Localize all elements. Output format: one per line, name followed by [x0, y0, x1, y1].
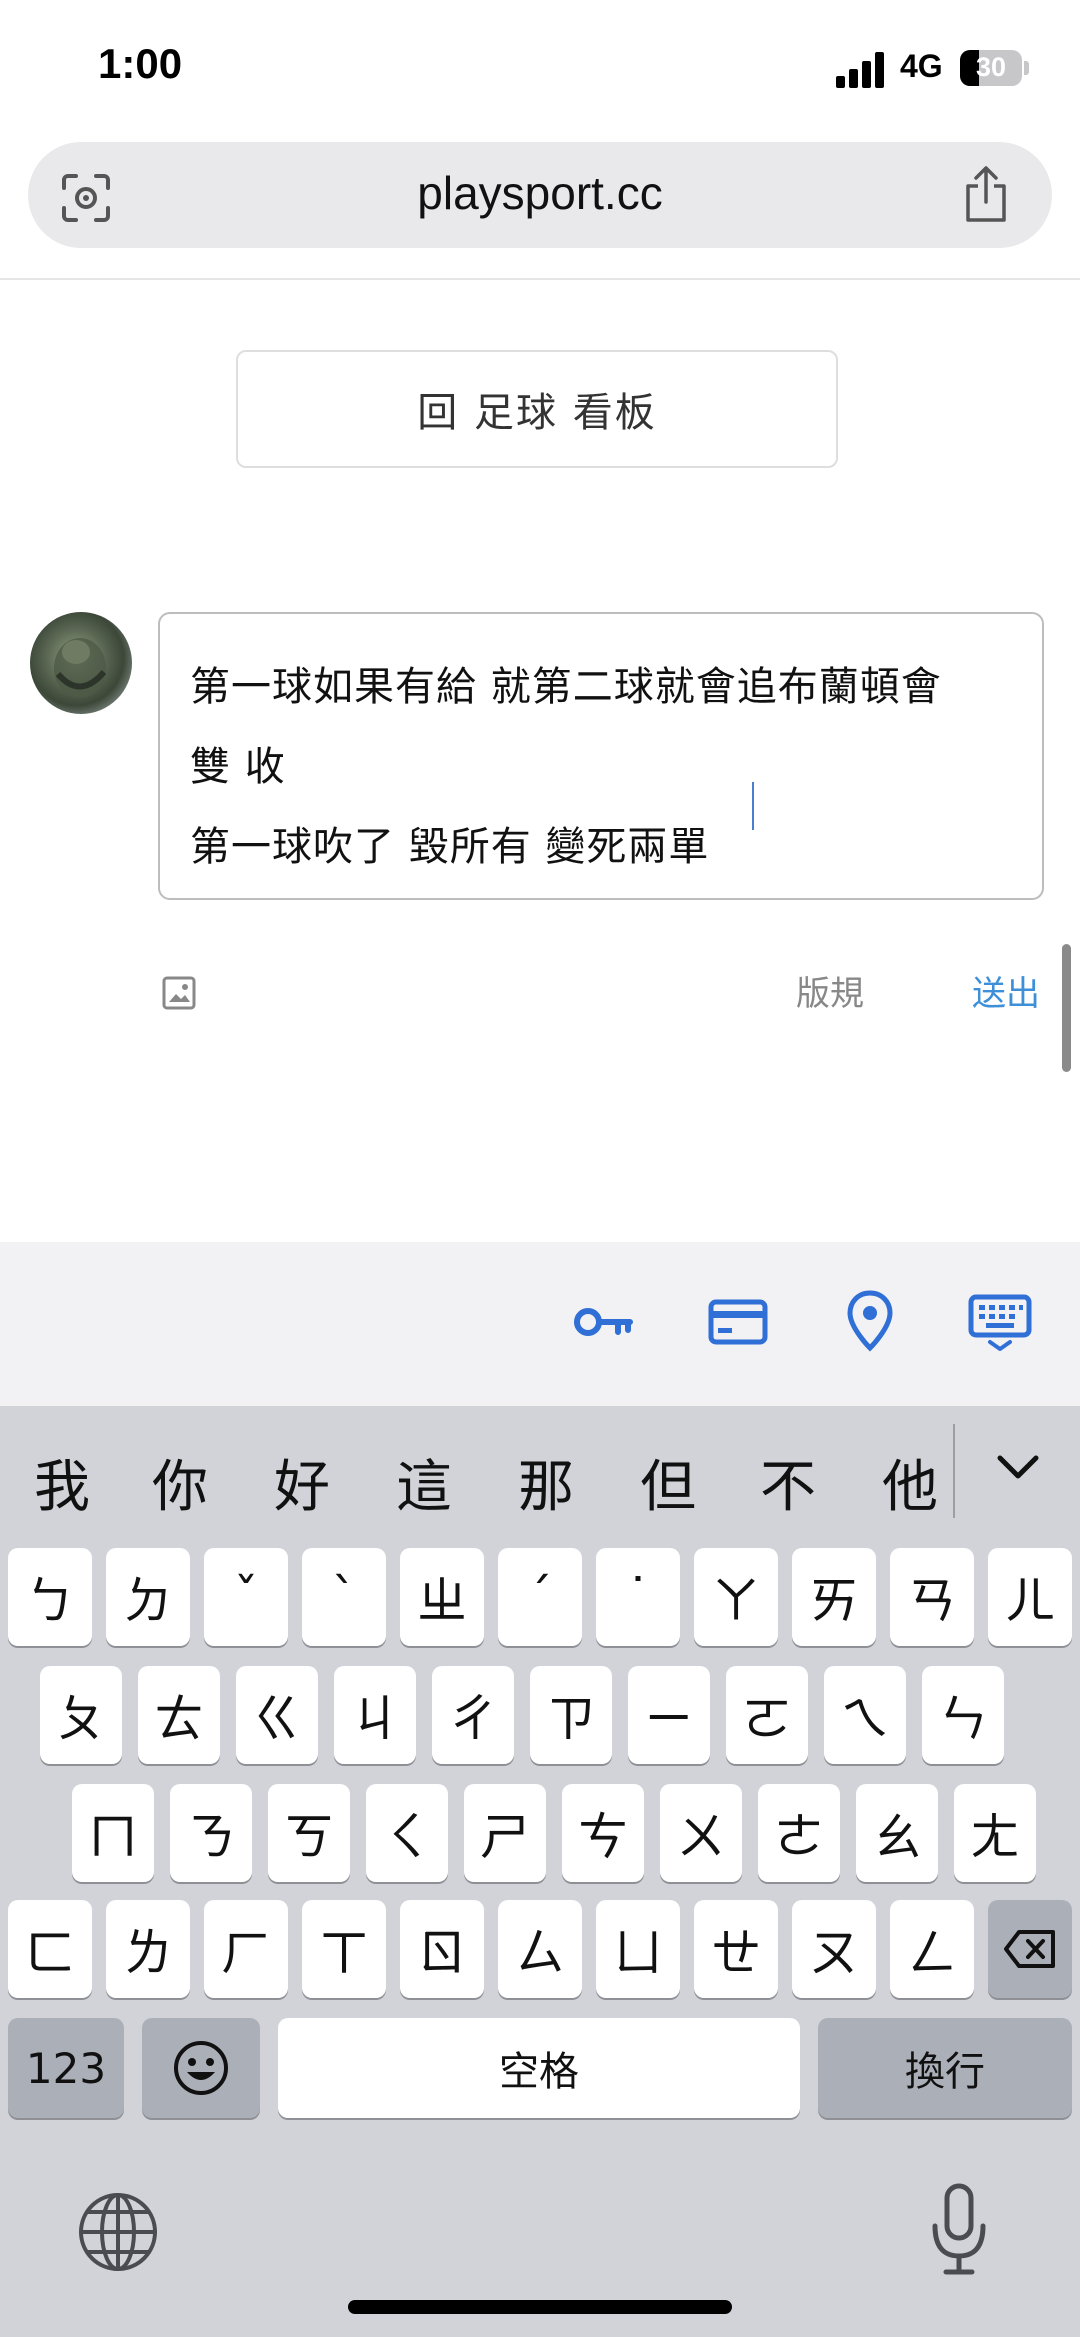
- candidate-word[interactable]: 我: [34, 1442, 90, 1523]
- bopomofo-key[interactable]: ㄚ: [694, 1548, 778, 1646]
- candidate-word[interactable]: 不: [760, 1442, 816, 1523]
- candidate-word[interactable]: 那: [518, 1442, 574, 1523]
- bopomofo-key[interactable]: ㄋ: [170, 1784, 252, 1882]
- submit-button[interactable]: 送出: [972, 966, 1040, 1015]
- bopomofo-key[interactable]: ㄣ: [922, 1666, 1004, 1764]
- candidate-word[interactable]: 好: [274, 1442, 330, 1523]
- candidate-word[interactable]: 這: [396, 1442, 452, 1523]
- bopomofo-key[interactable]: ㄥ: [890, 1900, 974, 1998]
- bopomofo-key[interactable]: ㄖ: [400, 1900, 484, 1998]
- network-type: 4G: [900, 48, 943, 84]
- bopomofo-key[interactable]: ˙: [596, 1548, 680, 1646]
- password-key-icon[interactable]: [572, 1296, 636, 1348]
- bopomofo-key[interactable]: ㄦ: [988, 1548, 1072, 1646]
- bopomofo-key[interactable]: ㄩ: [596, 1900, 680, 1998]
- emoji-key[interactable]: [142, 2018, 260, 2118]
- bopomofo-key[interactable]: ㄈ: [8, 1900, 92, 1998]
- bopomofo-key[interactable]: ㄌ: [106, 1900, 190, 1998]
- bopomofo-key[interactable]: ㄢ: [890, 1548, 974, 1646]
- bopomofo-key[interactable]: ㄝ: [694, 1900, 778, 1998]
- reply-textarea[interactable]: 第一球如果有給 就第二球就會追布蘭頓會 雙 收 第一球吹了 毀所有 變死兩單: [158, 612, 1044, 900]
- bopomofo-key[interactable]: ㄔ: [432, 1666, 514, 1764]
- bopomofo-key[interactable]: ㄜ: [758, 1784, 840, 1882]
- bopomofo-key[interactable]: ㄏ: [204, 1900, 288, 1998]
- insert-image-icon[interactable]: [162, 976, 196, 1010]
- bopomofo-key[interactable]: ㄉ: [106, 1548, 190, 1646]
- reply-text-line: 第一球吹了 毀所有 變死兩單: [190, 824, 710, 870]
- url-text[interactable]: playsport.cc: [28, 166, 1052, 220]
- bopomofo-key[interactable]: ㄛ: [726, 1666, 808, 1764]
- candidate-word[interactable]: 你: [152, 1442, 208, 1523]
- bopomofo-key[interactable]: ㄘ: [562, 1784, 644, 1882]
- bopomofo-key[interactable]: ㄞ: [792, 1548, 876, 1646]
- bopomofo-key[interactable]: ㄤ: [954, 1784, 1036, 1882]
- location-pin-icon[interactable]: [846, 1290, 894, 1352]
- return-key[interactable]: 換行: [818, 2018, 1072, 2118]
- bopomofo-key[interactable]: ㄑ: [366, 1784, 448, 1882]
- keyboard-accessory-bar: [0, 1242, 1080, 1406]
- bopomofo-key[interactable]: ㄓ: [400, 1548, 484, 1646]
- candidate-divider: [953, 1424, 955, 1518]
- bopomofo-key[interactable]: ˊ: [498, 1548, 582, 1646]
- bopomofo-key[interactable]: ㄕ: [464, 1784, 546, 1882]
- bopomofo-key[interactable]: ㄅ: [8, 1548, 92, 1646]
- bopomofo-key[interactable]: ㄆ: [40, 1666, 122, 1764]
- bopomofo-key[interactable]: ㄧ: [628, 1666, 710, 1764]
- battery-percent: 30: [975, 52, 1007, 82]
- space-key[interactable]: 空格: [278, 2018, 800, 2118]
- bopomofo-key[interactable]: ㄨ: [660, 1784, 742, 1882]
- bopomofo-key[interactable]: ㄊ: [138, 1666, 220, 1764]
- address-bar[interactable]: playsport.cc: [28, 142, 1052, 248]
- chevron-down-icon[interactable]: [994, 1450, 1042, 1486]
- bopomofo-key[interactable]: ㄇ: [72, 1784, 154, 1882]
- back-to-board-button[interactable]: 回 足球 看板: [236, 350, 838, 468]
- bopomofo-key[interactable]: ㄐ: [334, 1666, 416, 1764]
- bopomofo-key[interactable]: ㄟ: [824, 1666, 906, 1764]
- bopomofo-key[interactable]: ㄡ: [792, 1900, 876, 1998]
- numbers-key[interactable]: 123: [8, 2018, 124, 2118]
- visual-search-icon[interactable]: [60, 172, 112, 224]
- home-indicator: [348, 2300, 732, 2314]
- cellular-signal-icon: [836, 52, 888, 88]
- reply-text-line: 雙 收: [190, 744, 286, 790]
- status-time: 1:00: [98, 40, 183, 87]
- header-divider: [0, 278, 1080, 280]
- candidate-word[interactable]: 他: [882, 1442, 938, 1523]
- battery-cap: [1024, 61, 1029, 75]
- bopomofo-key[interactable]: ㄗ: [530, 1666, 612, 1764]
- backspace-icon: [1014, 1934, 1068, 1974]
- globe-icon[interactable]: [74, 2188, 162, 2276]
- microphone-icon[interactable]: [930, 2182, 988, 2278]
- bopomofo-key[interactable]: ˋ: [302, 1548, 386, 1646]
- battery-icon: 30: [960, 50, 1022, 86]
- reply-text-line: 第一球如果有給 就第二球就會追布蘭頓會: [190, 664, 942, 710]
- bopomofo-key[interactable]: ㄠ: [856, 1784, 938, 1882]
- bopomofo-key[interactable]: ㄙ: [498, 1900, 582, 1998]
- bopomofo-key[interactable]: ㄍ: [236, 1666, 318, 1764]
- bopomofo-key[interactable]: ㄎ: [268, 1784, 350, 1882]
- keyboard-dismiss-icon[interactable]: [968, 1294, 1032, 1352]
- emoji-icon: [174, 2041, 228, 2095]
- scrollbar[interactable]: [1062, 944, 1071, 1072]
- text-caret: [752, 782, 754, 830]
- candidate-word[interactable]: 但: [640, 1442, 696, 1523]
- bopomofo-key[interactable]: ㄒ: [302, 1900, 386, 1998]
- rules-link[interactable]: 版規: [796, 966, 864, 1015]
- bopomofo-key[interactable]: ˇ: [204, 1548, 288, 1646]
- credit-card-icon[interactable]: [708, 1296, 768, 1348]
- avatar: [30, 612, 132, 714]
- share-icon[interactable]: [960, 164, 1012, 224]
